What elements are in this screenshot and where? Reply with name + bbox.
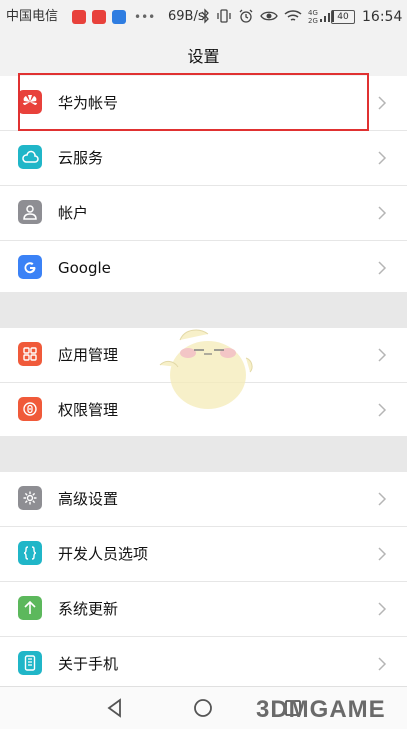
page-title: 设置	[187, 47, 220, 66]
settings-item-label: 高级设置	[58, 490, 119, 508]
settings-item-accounts[interactable]: 帐户	[0, 186, 407, 241]
settings-item-system-update[interactable]: 系统更新	[0, 582, 407, 637]
google-icon	[18, 255, 42, 279]
gear-icon	[18, 486, 42, 510]
carrier-name: 中国电信	[6, 9, 59, 24]
status-icons: 4G 2G	[200, 8, 338, 24]
wifi-icon	[284, 10, 302, 21]
site-watermark: 3DMGAME	[256, 696, 386, 723]
section-divider	[0, 436, 407, 472]
chevron-right-icon	[378, 403, 387, 417]
cloud-icon	[18, 145, 42, 169]
bluetooth-icon	[201, 8, 209, 24]
music-app-icon	[72, 10, 86, 24]
apps-grid-icon	[18, 342, 42, 366]
settings-item-cloud-service[interactable]: 云服务	[0, 131, 407, 186]
settings-item-developer-options[interactable]: 开发人员选项	[0, 527, 407, 582]
system-group: 高级设置 开发人员选项 系统更新 关于手机	[0, 472, 407, 691]
home-icon[interactable]	[192, 697, 214, 719]
more-dots-icon: •••	[134, 10, 156, 24]
settings-item-about-phone[interactable]: 关于手机	[0, 637, 407, 691]
sports-app-icon	[112, 10, 126, 24]
alarm-icon	[239, 9, 253, 23]
mascot-watermark-image	[159, 329, 253, 409]
settings-item-label: 关于手机	[58, 655, 119, 673]
huawei-logo-icon	[18, 90, 42, 114]
developer-braces-icon	[18, 541, 42, 565]
eye-comfort-icon	[260, 11, 278, 21]
battery-level: 40	[331, 10, 355, 24]
chevron-right-icon	[378, 657, 387, 671]
settings-item-label: Google	[58, 259, 111, 277]
chevron-right-icon	[378, 261, 387, 275]
chevron-right-icon	[378, 151, 387, 165]
svg-text:4G: 4G	[308, 9, 318, 17]
settings-item-label: 云服务	[58, 149, 104, 167]
settings-item-label: 权限管理	[58, 401, 119, 419]
chevron-right-icon	[378, 547, 387, 561]
permission-icon	[18, 397, 42, 421]
settings-item-label: 华为帐号	[58, 94, 119, 112]
settings-item-huawei-account[interactable]: 华为帐号	[0, 76, 407, 131]
chevron-right-icon	[378, 206, 387, 220]
back-icon[interactable]	[104, 697, 126, 719]
clock-time: 16:54	[362, 9, 403, 25]
settings-item-label: 开发人员选项	[58, 545, 149, 563]
gallery-app-icon	[92, 10, 106, 24]
account-group: 华为帐号 云服务 帐户 Google	[0, 76, 407, 295]
chevron-right-icon	[378, 492, 387, 506]
settings-item-label: 系统更新	[58, 600, 119, 618]
settings-item-google[interactable]: Google	[0, 241, 407, 295]
phone-icon	[18, 651, 42, 675]
vibrate-icon	[217, 9, 231, 23]
user-icon	[18, 200, 42, 224]
svg-text:2G: 2G	[308, 17, 318, 24]
settings-item-label: 帐户	[58, 204, 89, 222]
status-bar: 中国电信 ••• 69B/s 4G 2G 40 16:54	[0, 0, 407, 34]
chevron-right-icon	[378, 348, 387, 362]
chevron-right-icon	[378, 96, 387, 110]
update-arrow-icon	[18, 596, 42, 620]
chevron-right-icon	[378, 602, 387, 616]
settings-item-label: 应用管理	[58, 346, 119, 364]
settings-item-advanced-settings[interactable]: 高级设置	[0, 472, 407, 527]
